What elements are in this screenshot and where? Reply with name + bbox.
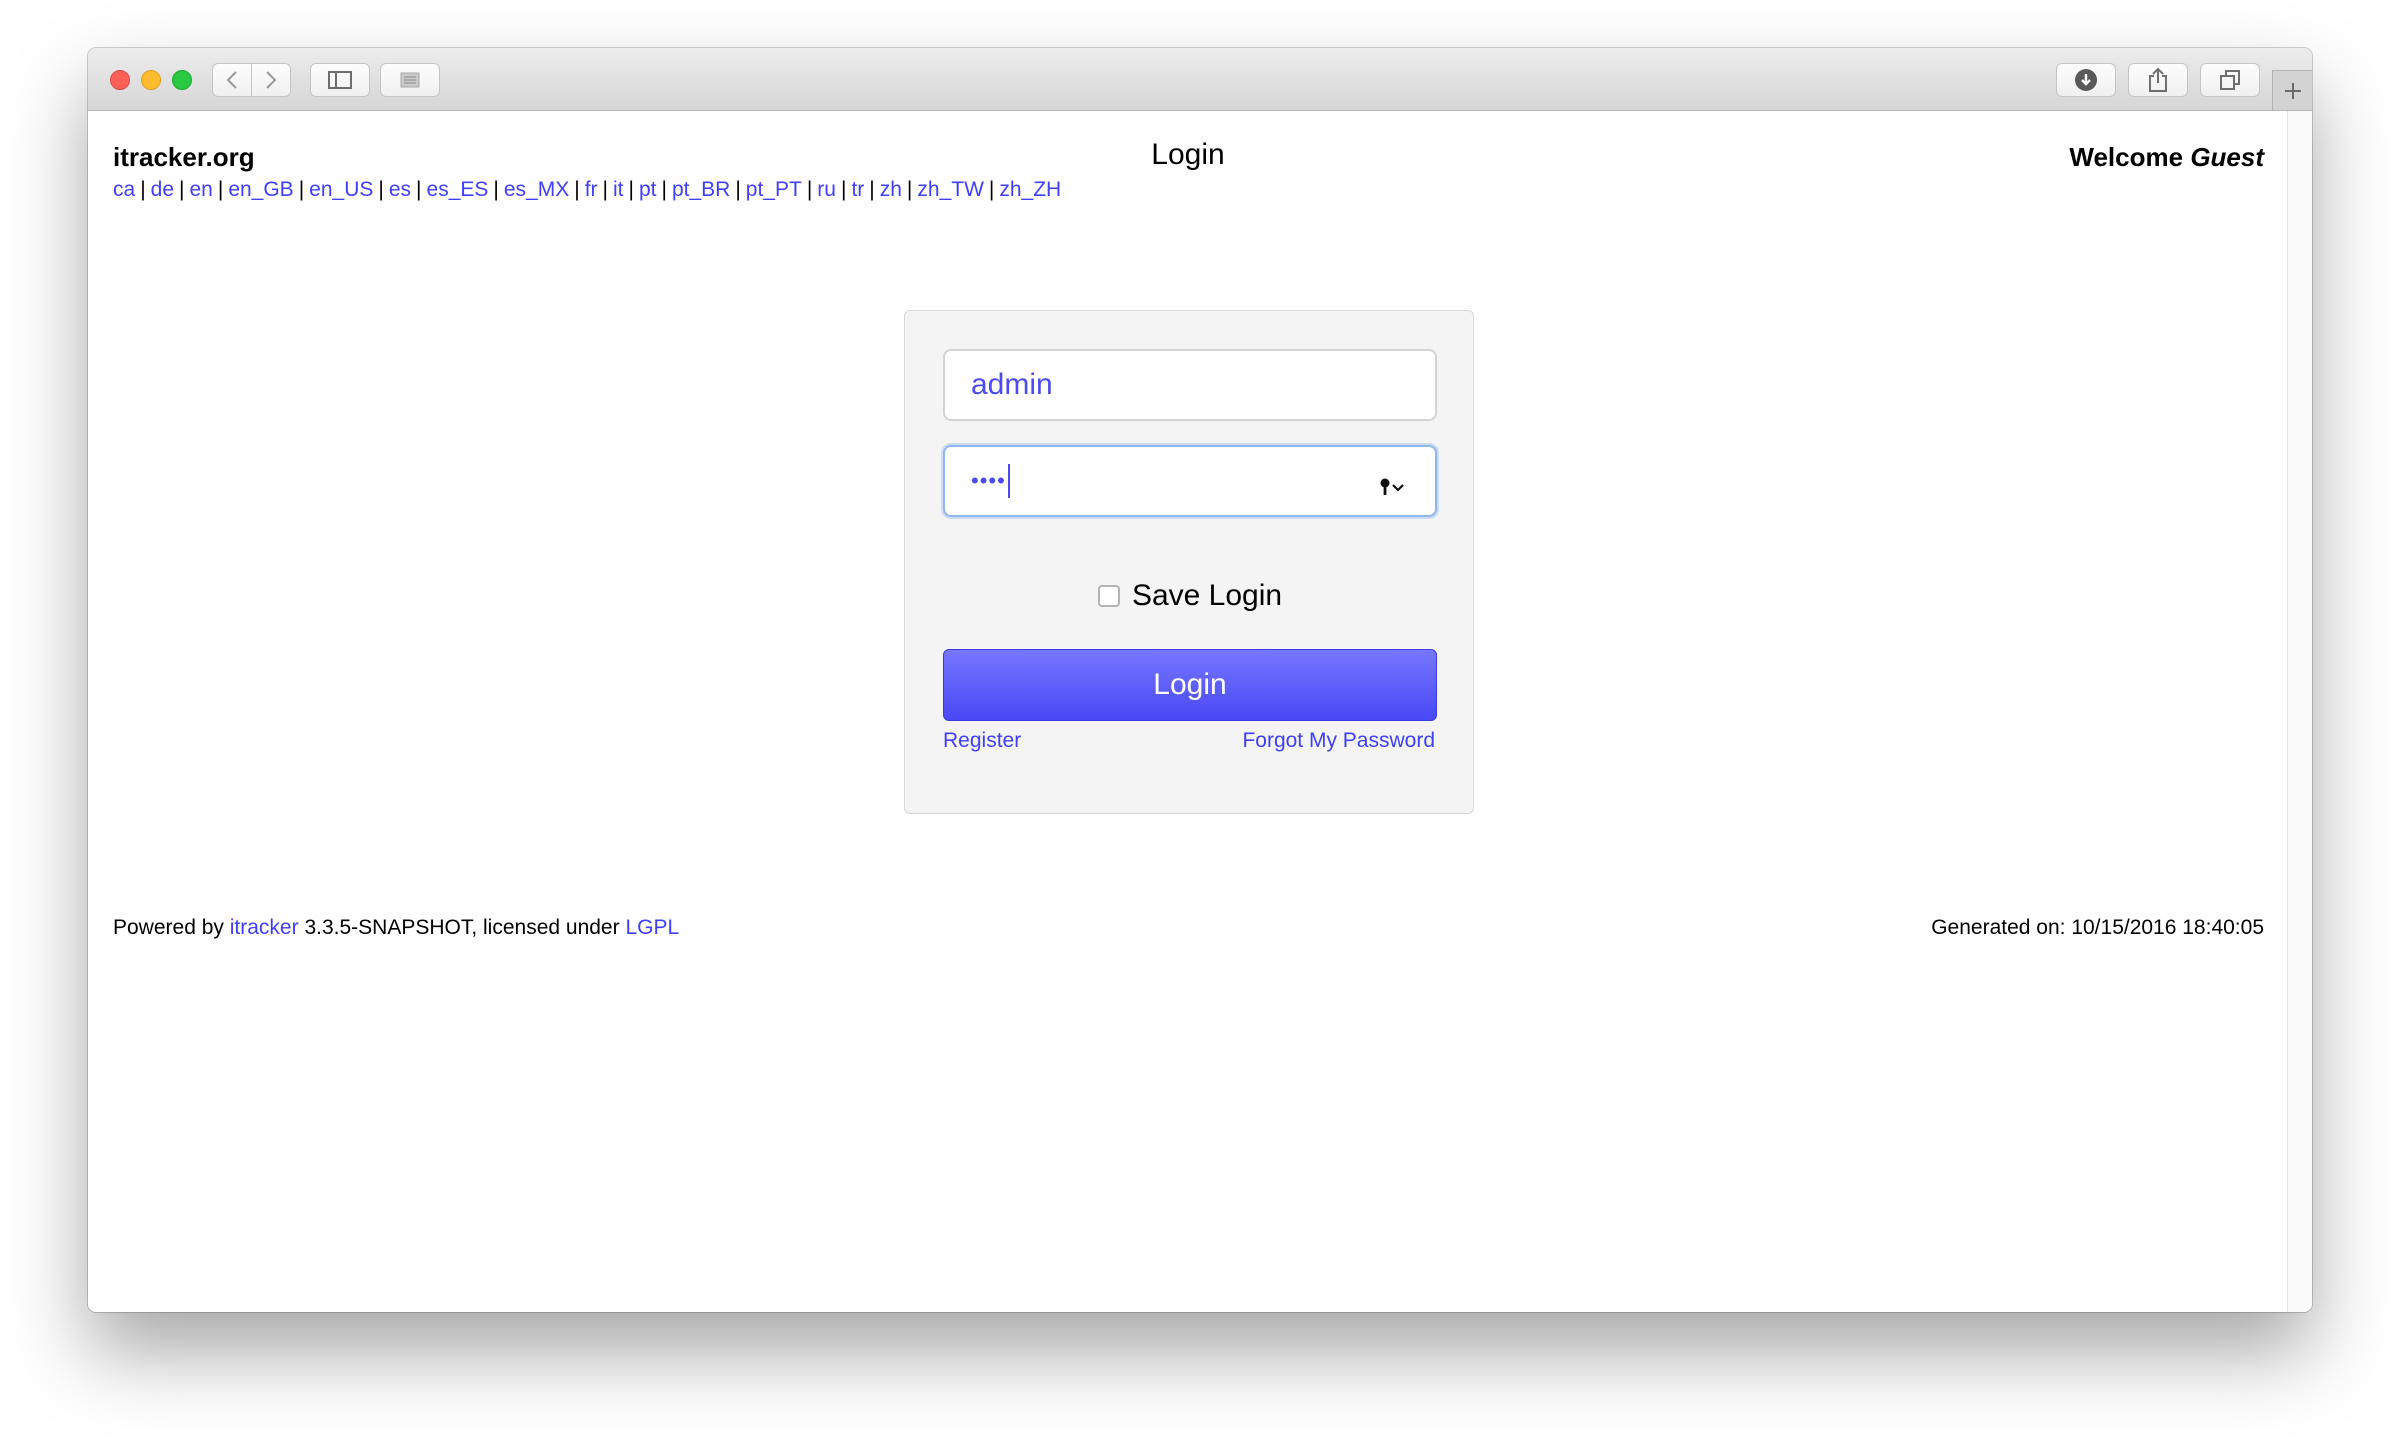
- language-link-pt-pt[interactable]: pt_PT: [746, 178, 802, 201]
- language-separator: |: [735, 178, 741, 201]
- forgot-password-link[interactable]: Forgot My Password: [1242, 729, 1435, 753]
- language-separator: |: [140, 178, 146, 201]
- welcome-prefix: Welcome: [2069, 142, 2184, 172]
- language-link-tr[interactable]: tr: [851, 178, 864, 201]
- register-link[interactable]: Register: [943, 729, 1021, 753]
- language-link-en-us[interactable]: en_US: [309, 178, 373, 201]
- page-title: Login: [1151, 138, 1225, 171]
- save-login-row: Save Login: [905, 579, 1475, 613]
- username-input[interactable]: admin: [943, 349, 1437, 421]
- generated-timestamp: Generated on: 10/15/2016 18:40:05: [1931, 916, 2264, 939]
- language-link-ru[interactable]: ru: [817, 178, 836, 201]
- version-text: 3.3.5-SNAPSHOT, licensed under: [304, 916, 620, 939]
- language-link-en-gb[interactable]: en_GB: [228, 178, 293, 201]
- language-separator: |: [493, 178, 499, 201]
- language-separator: |: [988, 178, 995, 201]
- language-link-zh[interactable]: zh: [880, 178, 902, 201]
- web-page: itracker.org Login Welcome Guest ca | de | e…: [88, 48, 2288, 1312]
- language-separator: |: [806, 178, 813, 201]
- language-link-de[interactable]: de: [151, 178, 174, 201]
- language-link-es-es[interactable]: es_ES: [427, 178, 489, 201]
- scrollbar-track[interactable]: [2287, 111, 2312, 1312]
- language-separator: |: [602, 178, 608, 201]
- password-mask: ••••: [971, 468, 1006, 493]
- lgpl-link[interactable]: LGPL: [625, 916, 679, 939]
- save-login-checkbox[interactable]: [1097, 585, 1120, 607]
- language-separator: |: [869, 178, 875, 201]
- language-separator: |: [378, 178, 384, 201]
- language-link-zh-zh[interactable]: zh_ZH: [999, 178, 1061, 201]
- language-link-ca[interactable]: ca: [113, 178, 135, 201]
- language-separator: |: [906, 178, 913, 201]
- login-button[interactable]: Login: [943, 649, 1437, 721]
- welcome-user: Guest: [2190, 142, 2264, 172]
- language-separator: |: [298, 178, 305, 201]
- language-separator: |: [628, 178, 634, 201]
- powered-by-text: Powered by: [113, 916, 224, 939]
- language-separator: |: [217, 178, 224, 201]
- language-link-it[interactable]: it: [613, 178, 624, 201]
- text-cursor: [1007, 464, 1010, 498]
- language-separator: |: [574, 178, 580, 201]
- language-separator: |: [840, 178, 847, 201]
- key-icon: [1380, 478, 1404, 495]
- language-link-en[interactable]: en: [189, 178, 212, 201]
- powered-by-footer: Powered by itracker 3.3.5-SNAPSHOT, lice…: [113, 916, 679, 940]
- username-value: admin: [971, 368, 1053, 401]
- language-link-es-mx[interactable]: es_MX: [504, 178, 569, 201]
- language-link-fr[interactable]: fr: [585, 178, 598, 201]
- language-separator: |: [416, 178, 422, 201]
- language-links: ca | de | en | en_GB | en_US | es | es_ES | es_MX | fr | i…: [113, 178, 1061, 202]
- password-input[interactable]: ••••: [943, 445, 1437, 517]
- welcome-message: Welcome Guest: [2069, 142, 2264, 173]
- password-keychain-button[interactable]: [1379, 471, 1409, 505]
- language-link-es[interactable]: es: [389, 178, 411, 201]
- language-link-pt-br[interactable]: pt_BR: [672, 178, 730, 201]
- itracker-link[interactable]: itracker: [230, 916, 299, 939]
- language-separator: |: [661, 178, 667, 201]
- save-login-label[interactable]: Save Login: [1132, 579, 1282, 613]
- login-panel: admin •••• Save Login Login Register For…: [904, 310, 1474, 814]
- language-link-zh-tw[interactable]: zh_TW: [917, 178, 984, 201]
- language-separator: |: [179, 178, 185, 201]
- language-link-pt[interactable]: pt: [639, 178, 657, 201]
